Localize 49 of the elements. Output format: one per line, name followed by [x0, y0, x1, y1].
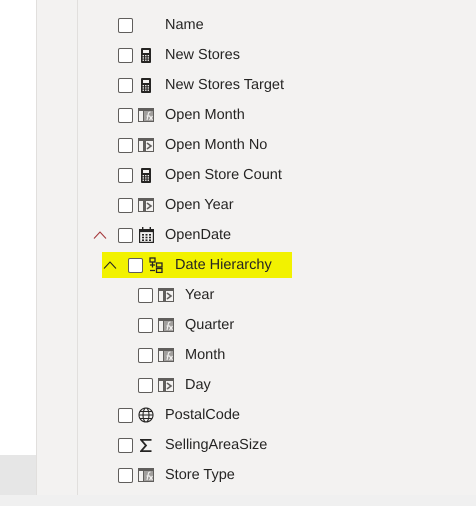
field-name[interactable]: Quarter — [185, 317, 234, 333]
checkbox[interactable] — [118, 468, 133, 482]
checkbox[interactable] — [118, 438, 133, 452]
field-name[interactable]: Open Month — [165, 107, 245, 123]
table-column-icon — [158, 287, 174, 303]
field-name[interactable]: Month — [185, 347, 226, 363]
table-column-icon — [138, 197, 154, 213]
field-name[interactable]: Store Type — [165, 467, 235, 483]
field-name[interactable]: Year — [185, 287, 214, 303]
field-name[interactable]: OpenDate — [165, 227, 232, 243]
field-name[interactable]: Open Month No — [165, 137, 268, 153]
checkbox[interactable] — [118, 108, 133, 122]
hierarchy-icon — [149, 257, 163, 273]
checkbox[interactable] — [118, 78, 133, 92]
checkbox[interactable] — [138, 378, 153, 392]
field-name[interactable]: New Stores Target — [165, 77, 284, 93]
field-name[interactable]: PostalCode — [165, 407, 240, 423]
calculated-column-icon — [138, 107, 154, 123]
collapse-chevron-icon[interactable] — [103, 261, 117, 269]
calculated-column-icon — [158, 347, 174, 363]
field-name[interactable]: New Stores — [165, 47, 240, 63]
table-column-icon — [138, 137, 154, 153]
calculator-icon — [141, 48, 151, 62]
globe-icon — [138, 407, 154, 423]
checkbox[interactable] — [118, 18, 133, 32]
checkbox[interactable] — [128, 258, 143, 272]
field-name[interactable]: Date Hierarchy — [175, 257, 272, 273]
field-name[interactable]: Open Year — [165, 197, 234, 213]
checkbox[interactable] — [138, 348, 153, 362]
checkbox[interactable] — [138, 318, 153, 332]
calculated-column-icon — [138, 467, 154, 483]
field-name[interactable]: SellingAreaSize — [165, 437, 268, 453]
checkbox[interactable] — [118, 198, 133, 212]
field-name[interactable]: Name — [165, 17, 204, 33]
checkbox[interactable] — [118, 48, 133, 62]
field-name[interactable]: Open Store Count — [165, 167, 282, 183]
sigma-icon — [140, 438, 152, 452]
checkbox[interactable] — [138, 288, 153, 302]
calculated-column-icon — [158, 317, 174, 333]
table-column-icon — [158, 377, 174, 393]
collapse-chevron-icon[interactable] — [93, 231, 107, 239]
checkbox[interactable] — [118, 138, 133, 152]
calendar-icon — [138, 227, 154, 243]
calculator-icon — [141, 168, 151, 182]
calculator-icon — [141, 78, 151, 92]
checkbox[interactable] — [118, 228, 133, 242]
checkbox[interactable] — [118, 408, 133, 422]
checkbox[interactable] — [118, 168, 133, 182]
field-name[interactable]: Day — [185, 377, 211, 393]
